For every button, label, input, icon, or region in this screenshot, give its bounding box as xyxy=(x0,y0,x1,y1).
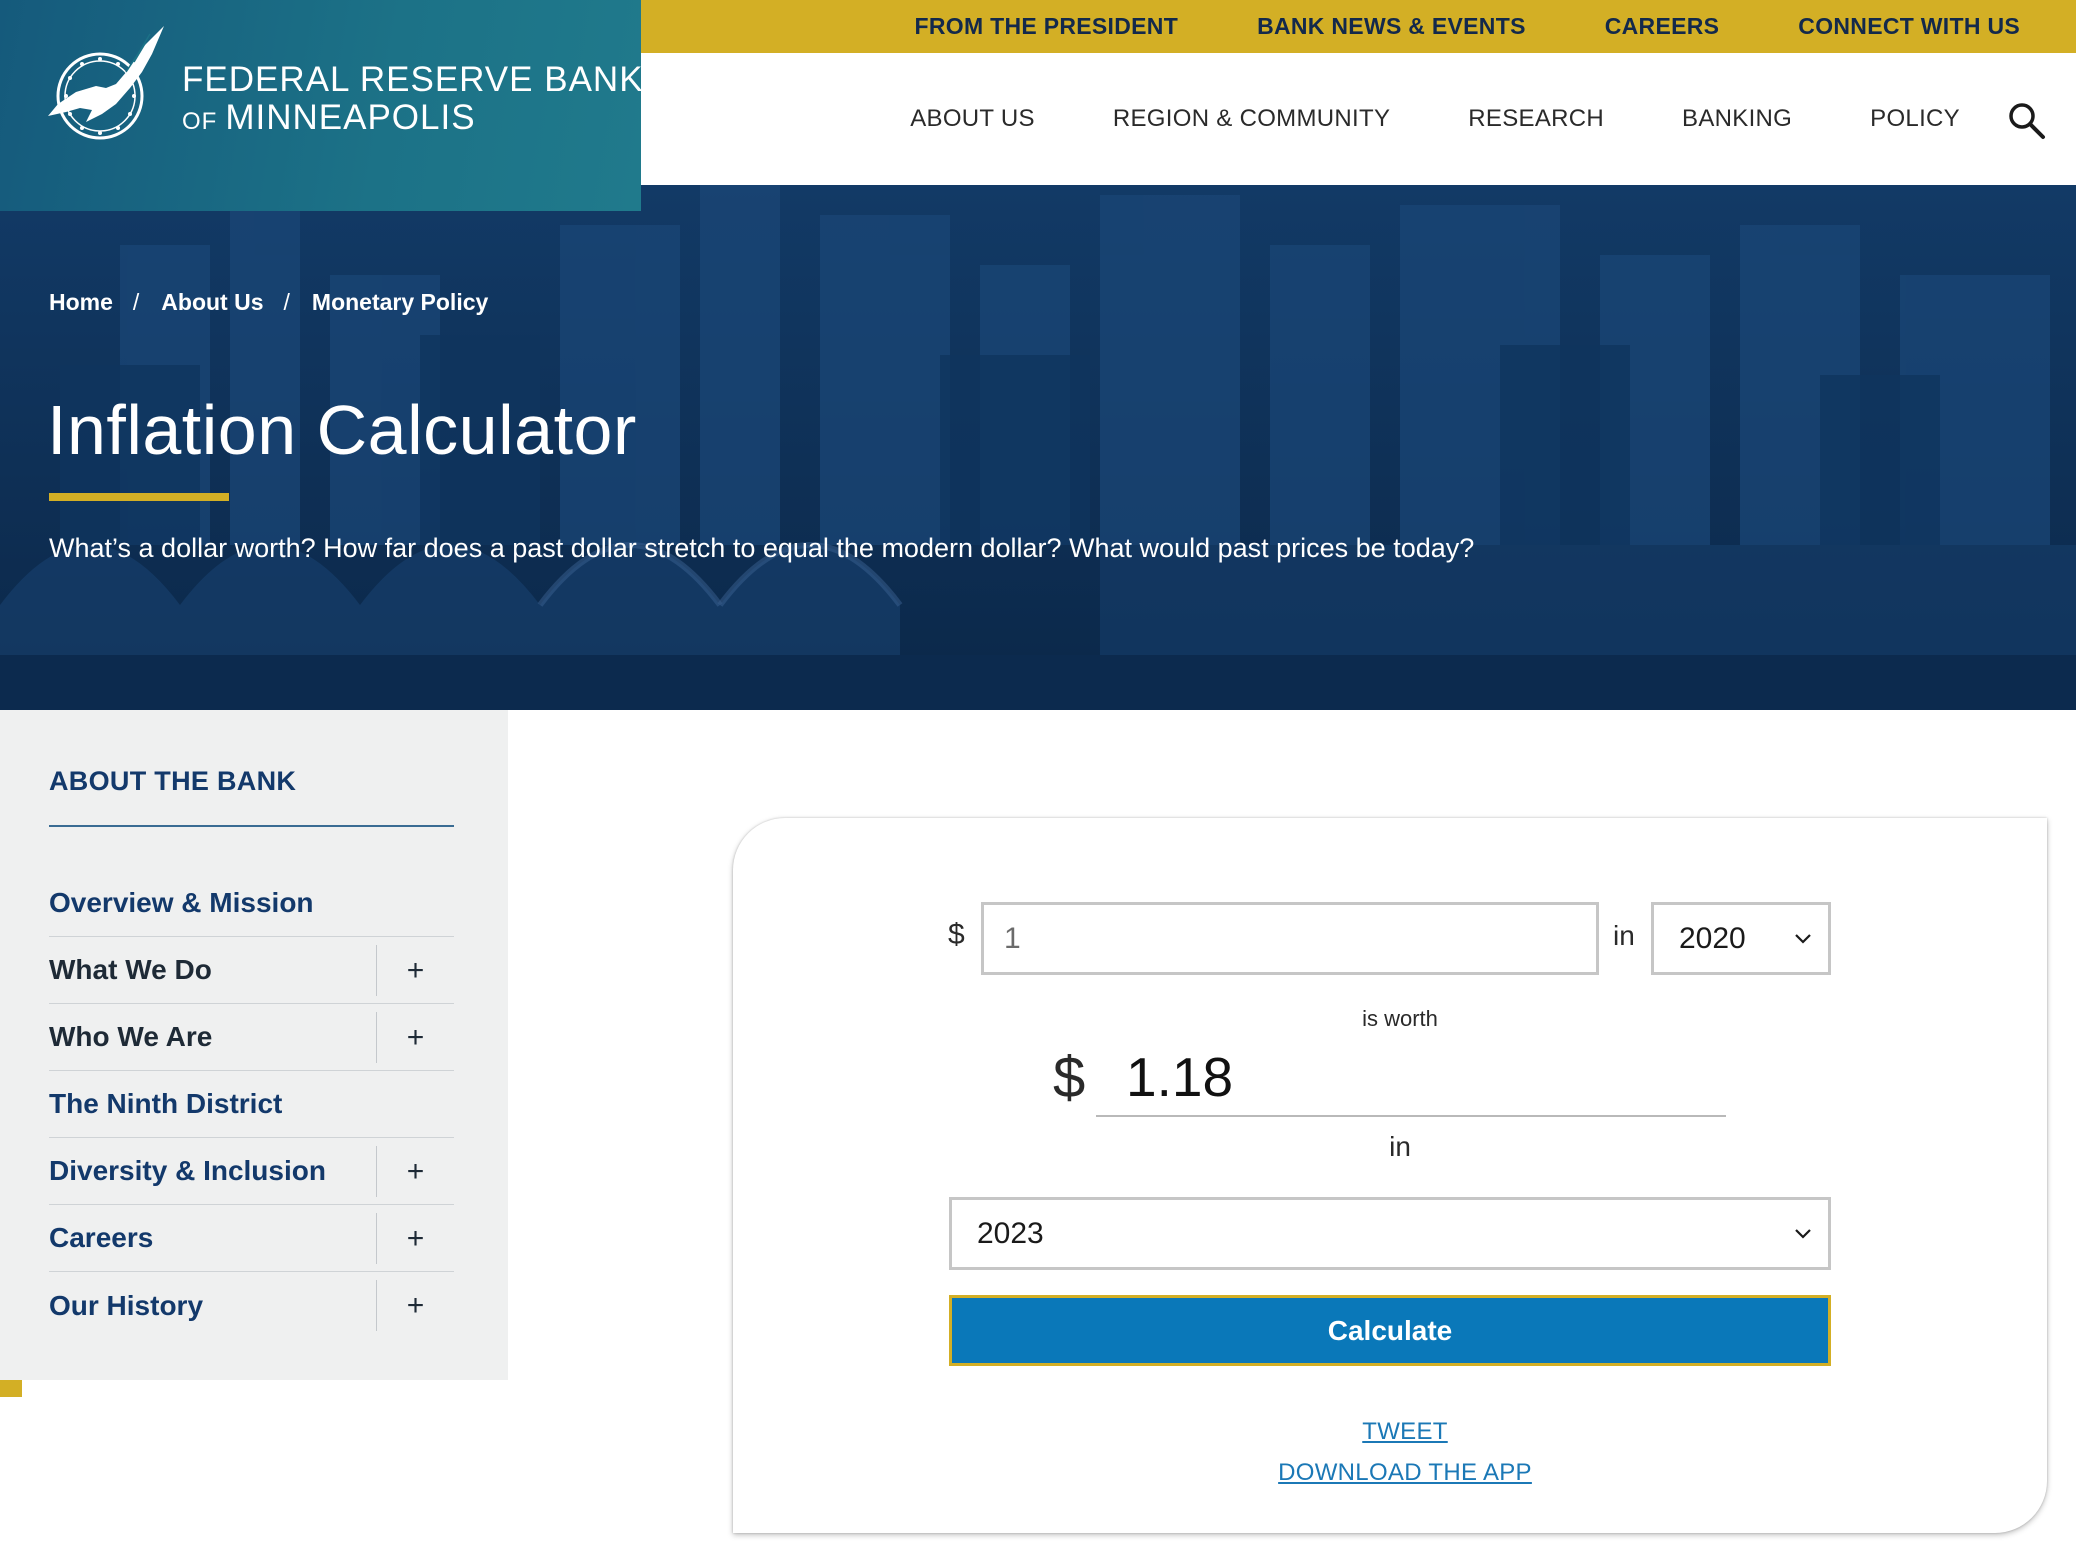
result-currency-symbol: $ xyxy=(1053,1045,1086,1110)
amount-input-value: 1 xyxy=(1004,921,1021,955)
eagle-seal-icon xyxy=(48,26,164,140)
utility-nav: FROM THE PRESIDENT BANK NEWS & EVENTS CA… xyxy=(836,0,2020,53)
in-label: in xyxy=(1613,920,1635,951)
sidebar-item-our-history[interactable]: Our History + xyxy=(49,1272,454,1339)
breadcrumb: Home / About Us / Monetary Policy xyxy=(49,289,488,316)
sidebar-item-label: Diversity & Inclusion xyxy=(49,1155,326,1186)
main-nav-region-community[interactable]: REGION & COMMUNITY xyxy=(1113,105,1390,133)
logo-line-2: OF MINNEAPOLIS xyxy=(182,100,644,135)
tweet-link[interactable]: TWEET xyxy=(733,1418,2047,1446)
main-nav-about-us[interactable]: ABOUT US xyxy=(910,105,1035,133)
breadcrumb-home[interactable]: Home xyxy=(49,289,113,316)
sidebar-item-diversity-inclusion[interactable]: Diversity & Inclusion + xyxy=(49,1138,454,1205)
breadcrumb-about-us[interactable]: About Us xyxy=(161,289,263,316)
search-icon[interactable] xyxy=(2006,100,2046,140)
sidebar-nav: Overview & Mission What We Do + Who We A… xyxy=(49,870,454,1339)
title-underline xyxy=(49,493,229,501)
breadcrumb-separator: / xyxy=(132,289,140,315)
hero-banner: Home / About Us / Monetary Policy Inflat… xyxy=(0,185,2076,710)
expand-plus-icon[interactable]: + xyxy=(376,1280,454,1331)
expand-plus-icon[interactable]: + xyxy=(376,1213,454,1264)
to-year-select[interactable]: 2023 xyxy=(949,1197,1831,1270)
from-year-value: 2020 xyxy=(1679,921,1746,955)
utility-nav-bank-news-events[interactable]: BANK NEWS & EVENTS xyxy=(1257,13,1526,40)
page-title: Inflation Calculator xyxy=(47,391,637,469)
result-value: 1.18 xyxy=(1096,1038,1726,1117)
amount-currency-symbol: $ xyxy=(948,918,965,951)
main-nav-list: ABOUT US REGION & COMMUNITY RESEARCH BAN… xyxy=(832,53,1960,185)
sidebar-item-careers[interactable]: Careers + xyxy=(49,1205,454,1272)
sidebar-heading: ABOUT THE BANK xyxy=(49,766,454,827)
amount-input[interactable]: 1 xyxy=(981,902,1599,975)
hero-subtitle: What’s a dollar worth? How far does a pa… xyxy=(49,533,1475,563)
sidebar-item-overview-mission[interactable]: Overview & Mission xyxy=(49,870,454,937)
utility-nav-careers[interactable]: CAREERS xyxy=(1605,13,1720,40)
main-nav-banking[interactable]: BANKING xyxy=(1682,105,1792,133)
sidebar-item-what-we-do[interactable]: What We Do + xyxy=(49,937,454,1004)
main-nav-policy[interactable]: POLICY xyxy=(1870,105,1960,133)
main-nav: ABOUT US REGION & COMMUNITY RESEARCH BAN… xyxy=(641,53,2076,185)
sidebar-item-label: Careers xyxy=(49,1222,154,1253)
expand-plus-icon[interactable]: + xyxy=(376,1012,454,1063)
sidebar-item-label: Who We Are xyxy=(49,1021,213,1052)
logo-wordmark: FEDERAL RESERVE BANK OF MINNEAPOLIS xyxy=(182,62,644,135)
sidebar-item-who-we-are[interactable]: Who We Are + xyxy=(49,1004,454,1071)
sidebar-item-label: Our History xyxy=(49,1289,204,1321)
download-app-link[interactable]: DOWNLOAD THE APP xyxy=(733,1459,2047,1487)
to-year-value: 2023 xyxy=(977,1216,1044,1250)
logo-block[interactable]: FEDERAL RESERVE BANK OF MINNEAPOLIS xyxy=(0,0,644,211)
sidebar-item-label: What We Do xyxy=(49,954,212,985)
calculate-button[interactable]: Calculate xyxy=(949,1295,1831,1366)
sidebar-item-label: Overview & Mission xyxy=(49,887,314,918)
chevron-down-icon xyxy=(1795,933,1811,944)
expand-plus-icon[interactable]: + xyxy=(376,1146,454,1197)
sidebar-item-label: The Ninth District xyxy=(49,1088,283,1119)
from-year-select[interactable]: 2020 xyxy=(1651,902,1831,975)
logo-line-1: FEDERAL RESERVE BANK xyxy=(182,60,644,99)
result-amount: 1.18 xyxy=(1126,1045,1234,1108)
sidebar: ABOUT THE BANK Overview & Mission What W… xyxy=(0,710,508,1380)
expand-plus-icon[interactable]: + xyxy=(376,945,454,996)
breadcrumb-monetary-policy[interactable]: Monetary Policy xyxy=(312,289,488,316)
utility-nav-connect-with-us[interactable]: CONNECT WITH US xyxy=(1798,13,2020,40)
gold-accent xyxy=(0,1380,22,1397)
breadcrumb-separator: / xyxy=(283,289,290,315)
is-worth-label: is worth xyxy=(1362,1006,1438,1031)
utility-bar: FROM THE PRESIDENT BANK NEWS & EVENTS CA… xyxy=(641,0,2076,53)
logo-of: OF xyxy=(182,108,218,135)
in-label-2: in xyxy=(1389,1131,1411,1162)
chevron-down-icon xyxy=(1795,1228,1811,1239)
main-nav-research[interactable]: RESEARCH xyxy=(1468,105,1604,133)
sidebar-item-ninth-district[interactable]: The Ninth District xyxy=(49,1071,454,1138)
inflation-calculator-card: $ 1 in 2020 is worth $ 1.18 in 2023 Calc… xyxy=(733,818,2047,1533)
logo-minneapolis: MINNEAPOLIS xyxy=(225,98,476,137)
utility-nav-from-the-president[interactable]: FROM THE PRESIDENT xyxy=(915,13,1179,40)
